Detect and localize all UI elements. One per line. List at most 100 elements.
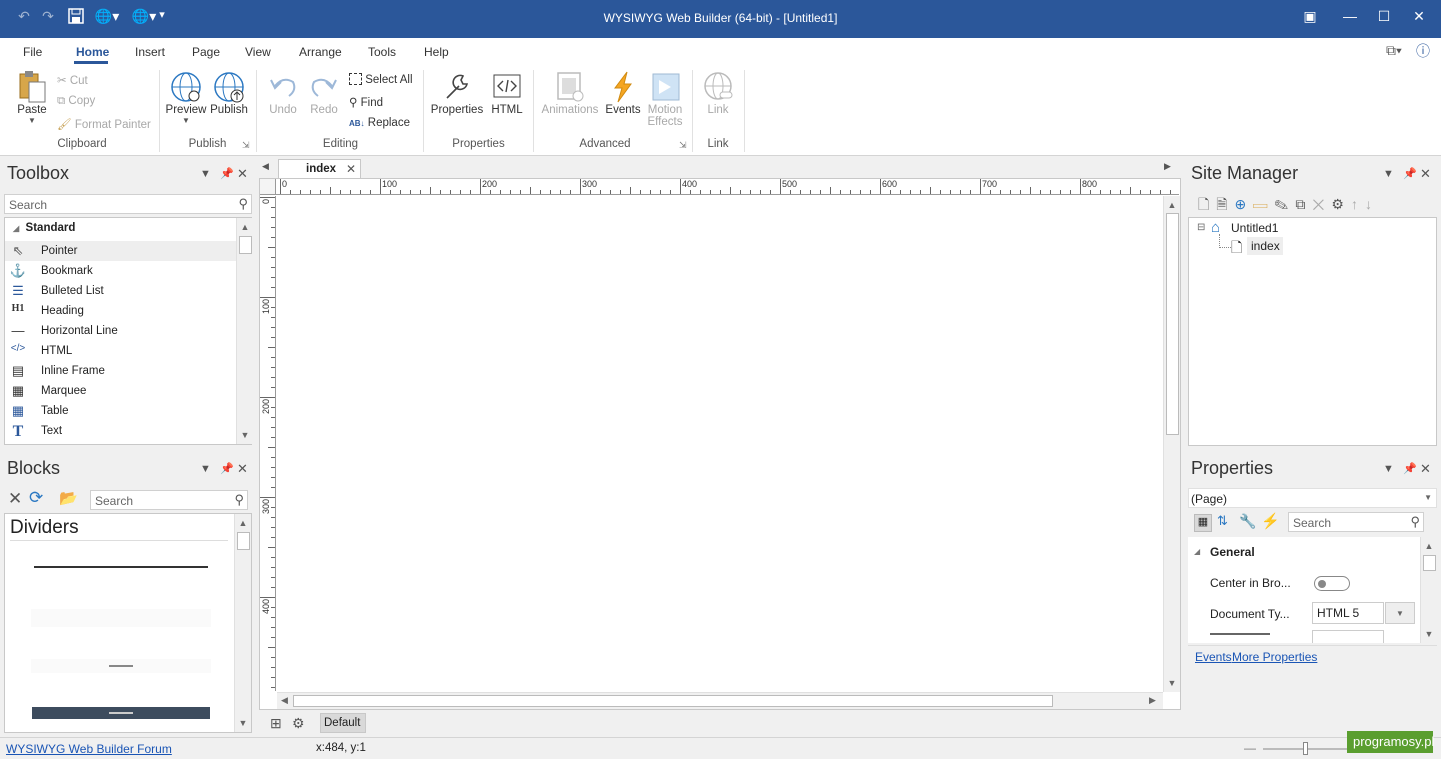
center-in-browser-toggle[interactable]	[1314, 576, 1350, 591]
blocks-menu-icon[interactable]: ▼	[200, 463, 211, 475]
scroll-down-icon[interactable]: ▼	[1164, 675, 1180, 691]
zoom-slider-thumb[interactable]	[1303, 742, 1308, 755]
copy-button[interactable]: ⧉ Copy	[57, 95, 95, 108]
events-button[interactable]: Events	[603, 70, 643, 116]
scroll-thumb[interactable]	[1166, 213, 1179, 435]
add-layer-icon[interactable]: ⊞	[270, 715, 282, 732]
page-text-icon[interactable]: 🗎	[1216, 196, 1234, 212]
restore-layout-icon[interactable]: ▣	[1295, 8, 1325, 25]
delete-icon[interactable]: ✕	[1312, 196, 1331, 212]
layer-settings-icon[interactable]: ⚙	[292, 715, 305, 732]
layer-default-tab[interactable]: Default	[320, 713, 366, 733]
toolbox-group-standard[interactable]: ◢ Standard	[13, 222, 75, 234]
tab-home[interactable]: Home	[76, 45, 109, 59]
divider-preview-line[interactable]	[34, 566, 208, 568]
tab-page[interactable]: Page	[192, 45, 220, 59]
toolbox-search-input[interactable]: Search ⚲	[4, 194, 252, 214]
preview-dropdown-icon[interactable]: ▼	[165, 116, 207, 125]
paste-button[interactable]: Paste ▼	[10, 70, 54, 125]
more-properties-link[interactable]: More Properties	[1232, 650, 1317, 664]
tree-root-label[interactable]: Untitled1	[1231, 221, 1278, 235]
scroll-thumb[interactable]	[239, 236, 252, 254]
canvas-horizontal-scrollbar[interactable]: ◀ ▶	[277, 692, 1163, 709]
lightning-icon[interactable]: ⚡	[1261, 512, 1280, 530]
tab-file[interactable]: File	[23, 45, 42, 59]
scroll-down-icon[interactable]: ▼	[235, 715, 251, 731]
new-page-icon[interactable]: 🗋	[1198, 196, 1216, 212]
scroll-up-icon[interactable]: ▲	[1421, 538, 1437, 554]
motion-effects-button[interactable]: Motion Effects	[644, 70, 686, 128]
design-canvas[interactable]	[277, 196, 1163, 692]
properties-button[interactable]: Properties	[430, 70, 484, 116]
scroll-up-icon[interactable]: ▲	[235, 515, 251, 531]
scroll-down-icon[interactable]: ▼	[1421, 626, 1437, 642]
tree-collapse-icon[interactable]: ⊟	[1197, 222, 1205, 233]
zoom-out-icon[interactable]: —	[1244, 741, 1256, 755]
search-icon[interactable]: ⚲	[1410, 514, 1420, 530]
site-manager-close-icon[interactable]: ✕	[1420, 166, 1431, 182]
property-value-cutoff[interactable]	[1312, 630, 1384, 643]
toolbox-item-text[interactable]: T Text	[5, 421, 237, 441]
display-options-icon[interactable]: ⧉▾	[1386, 42, 1402, 59]
events-link[interactable]: Events	[1195, 650, 1232, 664]
undo-button[interactable]: Undo	[263, 70, 303, 116]
format-painter-button[interactable]: 🖌 Format Painter	[57, 117, 151, 131]
divider-preview-dark[interactable]	[32, 707, 210, 719]
properties-pin-icon[interactable]: 📌	[1403, 462, 1417, 475]
tabs-scroll-left-icon[interactable]: ◀	[262, 161, 269, 172]
object-selector[interactable]: (Page) ▼	[1188, 488, 1437, 508]
advanced-launcher-icon[interactable]: ⇲	[679, 140, 687, 151]
toolbox-scrollbar[interactable]: ▲ ▼	[236, 218, 253, 444]
link-button[interactable]: Link	[698, 70, 738, 116]
properties-close-icon[interactable]: ✕	[1420, 461, 1431, 477]
tab-help[interactable]: Help	[424, 45, 449, 59]
toolbox-close-icon[interactable]: ✕	[237, 166, 248, 182]
scroll-thumb[interactable]	[237, 532, 250, 550]
properties-search-input[interactable]: Search ⚲	[1288, 512, 1424, 532]
link-page-icon[interactable]: ⊕	[1235, 196, 1254, 212]
refresh-icon[interactable]: ⟳	[29, 488, 43, 508]
wrench-icon[interactable]: 🔧	[1239, 513, 1256, 530]
divider-preview-blank[interactable]	[31, 609, 211, 627]
scroll-up-icon[interactable]: ▲	[1164, 197, 1180, 213]
publish-button[interactable]: Publish	[208, 70, 250, 116]
properties-scrollbar[interactable]: ▲ ▼	[1420, 537, 1437, 643]
sort-az-icon[interactable]: ⇅	[1217, 513, 1228, 529]
tab-insert[interactable]: Insert	[135, 45, 165, 59]
blocks-scrollbar[interactable]: ▲ ▼	[234, 514, 251, 732]
forum-link[interactable]: WYSIWYG Web Builder Forum	[6, 742, 172, 756]
blocks-pin-icon[interactable]: 📌	[220, 462, 234, 475]
site-manager-menu-icon[interactable]: ▼	[1383, 168, 1394, 180]
preview-button[interactable]: Preview ▼	[165, 70, 207, 125]
animations-button[interactable]: Animations	[538, 70, 602, 116]
toolbox-item-bulleted-list[interactable]: ☰ Bulleted List	[5, 281, 237, 301]
close-button[interactable]: ✕	[1404, 8, 1434, 25]
toolbox-item-inline-frame[interactable]: ▤ Inline Frame	[5, 361, 237, 381]
scroll-thumb[interactable]	[1423, 555, 1436, 571]
replace-button[interactable]: AB↓ Replace	[349, 117, 410, 129]
page-settings-icon[interactable]: ⚙	[1331, 196, 1351, 212]
tab-arrange[interactable]: Arrange	[299, 45, 342, 59]
select-all-button[interactable]: Select All	[349, 73, 413, 86]
tree-page-index[interactable]: index	[1247, 237, 1283, 255]
collapse-icon[interactable]: ◢	[1194, 547, 1200, 556]
toolbox-item-marquee[interactable]: ▦ Marquee	[5, 381, 237, 401]
help-icon[interactable]: ⓘ	[1416, 41, 1430, 61]
tab-view[interactable]: View	[245, 45, 271, 59]
move-down-icon[interactable]: ↓	[1365, 196, 1379, 212]
find-button[interactable]: ⚲ Find	[349, 95, 383, 109]
blocks-close-icon[interactable]: ✕	[237, 461, 248, 477]
move-up-icon[interactable]: ↑	[1351, 196, 1365, 212]
document-type-select[interactable]: HTML 5	[1312, 602, 1384, 624]
toolbox-pin-icon[interactable]: 📌	[220, 167, 234, 180]
redo-button[interactable]: Redo	[304, 70, 344, 116]
categorized-view-icon[interactable]: ▦	[1194, 514, 1212, 532]
maximize-button[interactable]: ☐	[1369, 8, 1399, 25]
search-icon[interactable]: ⚲	[234, 492, 244, 508]
search-icon[interactable]: ⚲	[238, 196, 248, 212]
chevron-down-icon[interactable]: ▼	[1385, 602, 1415, 624]
edit-page-icon[interactable]: ✎	[1274, 196, 1295, 212]
scroll-right-icon[interactable]: ▶	[1149, 695, 1156, 706]
tab-close-icon[interactable]: ✕	[346, 162, 356, 176]
scroll-up-icon[interactable]: ▲	[237, 219, 253, 235]
